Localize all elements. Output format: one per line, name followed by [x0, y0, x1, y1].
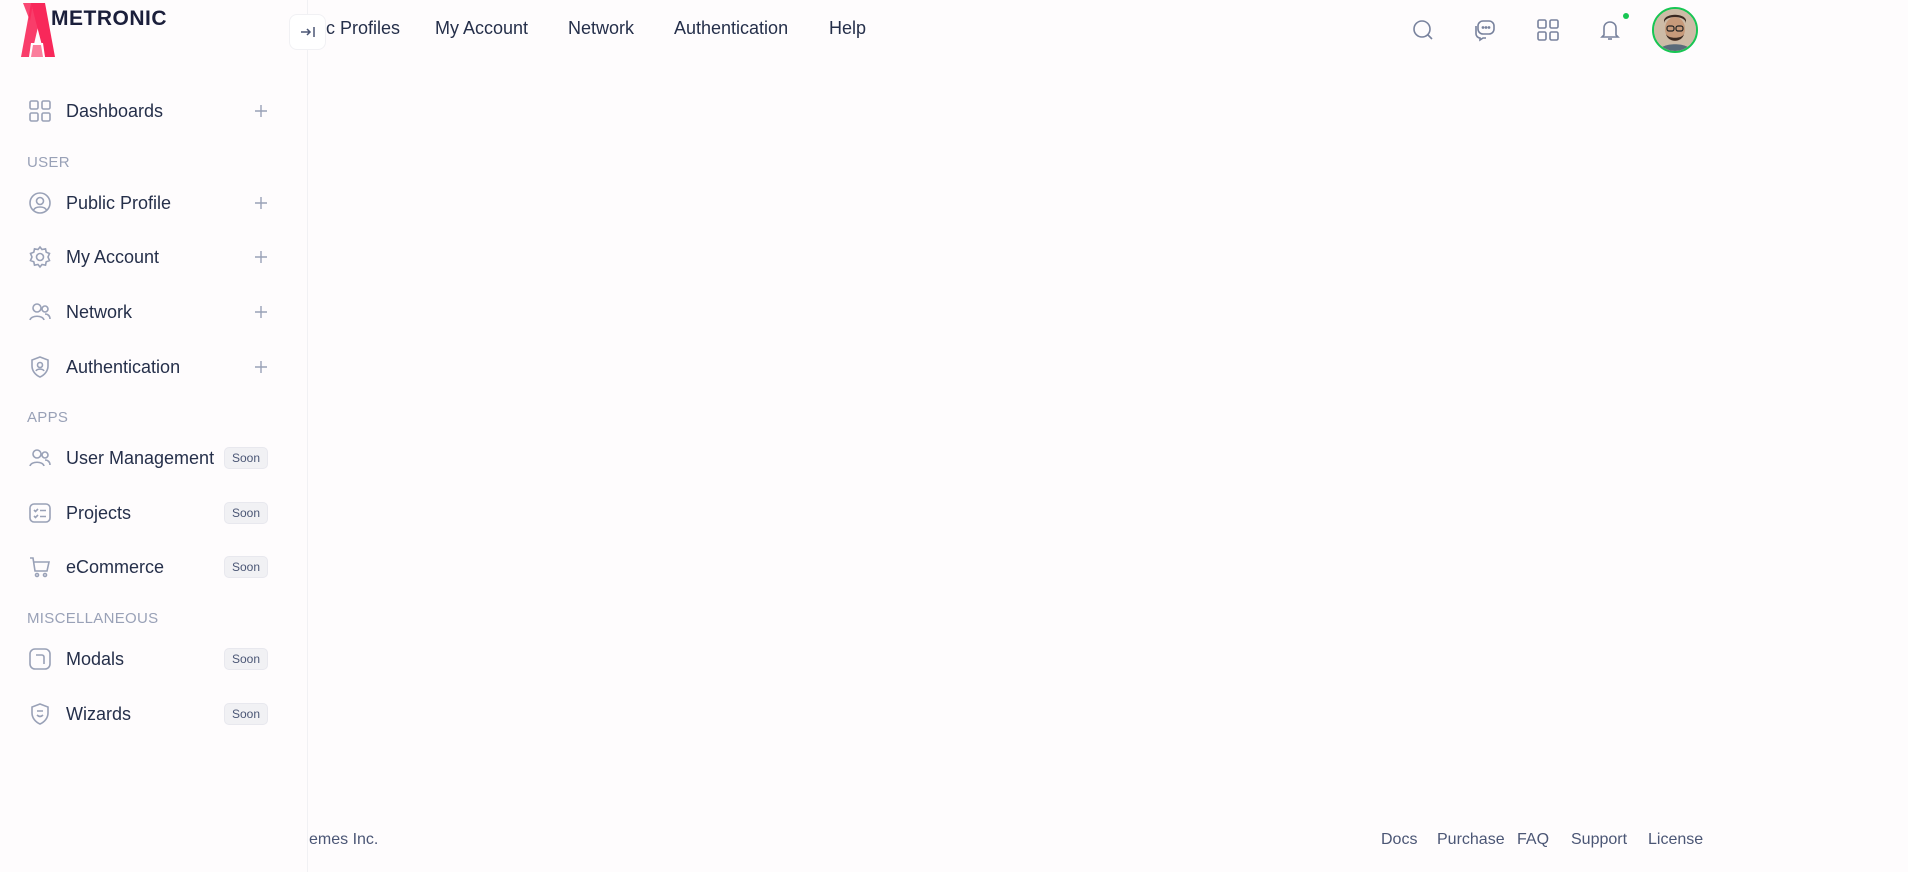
chat-button[interactable]	[1471, 16, 1499, 44]
sidebar-item-network[interactable]: Network	[0, 292, 308, 332]
profile-circle-icon	[29, 192, 51, 214]
footer-link-docs[interactable]: Docs	[1381, 831, 1417, 849]
modal-icon	[29, 648, 51, 670]
shield-user-icon	[31, 356, 49, 378]
footer-link-purchase[interactable]: Purchase	[1437, 831, 1505, 849]
sidebar-item-authentication[interactable]: Authentication	[0, 347, 308, 387]
plus-icon[interactable]	[252, 303, 270, 321]
section-title-user: USER	[27, 154, 70, 171]
plus-icon[interactable]	[252, 194, 270, 212]
sidebar-item-my-account[interactable]: My Account	[0, 237, 308, 277]
sidebar-item-projects[interactable]: Projects Soon	[0, 493, 308, 533]
nav-help[interactable]: Help	[829, 18, 866, 39]
avatar-image	[1654, 9, 1696, 51]
user-avatar[interactable]	[1652, 7, 1698, 53]
sidebar-item-label: Public Profile	[66, 192, 172, 213]
brand-name: METRONIC	[51, 7, 167, 30]
sidebar-item-label: Wizards	[66, 703, 132, 724]
soon-badge: Soon	[224, 703, 269, 725]
sidebar-item-label: My Account	[66, 246, 160, 267]
sidebar-toggle-button[interactable]	[289, 14, 326, 50]
collapse-arrow-icon	[300, 27, 315, 37]
sidebar-item-label: Network	[66, 301, 133, 322]
sidebar: METRONIC Dashboards USER Public Profile	[0, 0, 308, 872]
sidebar-item-label: Authentication	[66, 356, 181, 377]
nav-my-account[interactable]: My Account	[435, 18, 528, 39]
footer-link-support[interactable]: Support	[1571, 831, 1627, 849]
nav-public-profiles[interactable]: c Profiles	[326, 18, 400, 39]
sidebar-item-dashboards[interactable]: Dashboards	[0, 91, 308, 131]
sidebar-item-label: Modals	[66, 648, 125, 669]
soon-badge: Soon	[224, 502, 269, 524]
sidebar-item-user-management[interactable]: User Management Soon	[0, 438, 308, 478]
footer-link-faq[interactable]: FAQ	[1517, 831, 1549, 849]
notification-bell-icon	[1600, 21, 1620, 40]
soon-badge: Soon	[224, 447, 269, 469]
dashboard-grid-icon	[29, 100, 51, 122]
chat-icon	[1475, 20, 1495, 42]
apps-button[interactable]	[1534, 16, 1562, 44]
sidebar-item-label: Dashboards	[66, 100, 164, 121]
plus-icon[interactable]	[252, 248, 270, 266]
soon-badge: Soon	[224, 648, 269, 670]
users-icon	[29, 303, 51, 321]
section-title-apps: APPS	[27, 409, 69, 426]
plus-icon[interactable]	[252, 358, 270, 376]
cart-icon	[30, 557, 50, 578]
apps-grid-icon	[1537, 19, 1559, 41]
wizard-icon	[31, 703, 49, 725]
sidebar-item-modals[interactable]: Modals Soon	[0, 639, 308, 679]
sidebar-item-label: User Management	[66, 447, 215, 468]
footer-copyright: emes Inc.	[309, 831, 379, 848]
sidebar-item-public-profile[interactable]: Public Profile	[0, 183, 308, 223]
search-icon	[1413, 20, 1433, 40]
nav-network[interactable]: Network	[568, 18, 634, 39]
nav-authentication[interactable]: Authentication	[674, 18, 788, 39]
gear-icon	[29, 245, 51, 269]
footer-link-license[interactable]: License	[1648, 831, 1703, 849]
plus-icon[interactable]	[252, 102, 270, 120]
soon-badge: Soon	[224, 556, 269, 578]
sidebar-item-wizards[interactable]: Wizards Soon	[0, 694, 308, 734]
checklist-icon	[29, 503, 51, 523]
section-title-miscellaneous: MISCELLANEOUS	[27, 610, 159, 627]
search-button[interactable]	[1409, 16, 1437, 44]
sidebar-item-ecommerce[interactable]: eCommerce Soon	[0, 547, 308, 587]
sidebar-item-label: Projects	[66, 502, 132, 523]
users-icon	[29, 449, 51, 467]
notification-status-dot	[1623, 13, 1629, 19]
sidebar-item-label: eCommerce	[66, 556, 165, 577]
notifications-button[interactable]	[1596, 16, 1624, 44]
